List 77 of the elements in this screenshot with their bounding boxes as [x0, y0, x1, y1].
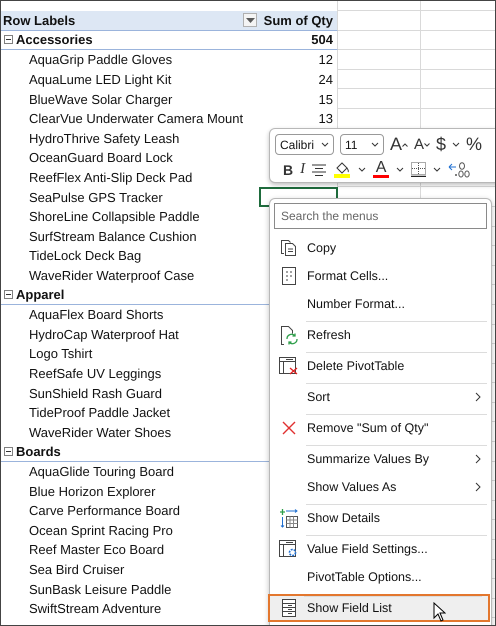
- caret-up-icon: [402, 142, 408, 146]
- caret-icon: [321, 142, 329, 147]
- decrease-font-button[interactable]: A: [414, 136, 430, 153]
- field-list-icon: [282, 599, 296, 617]
- menu-item[interactable]: Format Cells...: [270, 262, 491, 290]
- row-label: Blue Horizon Explorer: [29, 484, 156, 499]
- cursor-icon: [433, 602, 446, 622]
- row-label: AquaGrip Paddle Gloves: [29, 52, 172, 68]
- collapse-toggle[interactable]: [4, 290, 13, 300]
- caret-down-icon: [424, 142, 430, 146]
- row-label: Sea Bird Cruiser: [29, 562, 124, 577]
- caret-icon[interactable]: [433, 167, 442, 172]
- row-label: ShoreLine Collapsible Paddle: [29, 209, 200, 224]
- row-label: Logo Tshirt: [29, 346, 92, 362]
- caret-icon[interactable]: [396, 167, 404, 172]
- group-label: Boards: [16, 444, 61, 459]
- align-center-icon[interactable]: [312, 164, 326, 176]
- group-label: Apparel: [16, 287, 64, 302]
- collapse-toggle[interactable]: [4, 35, 13, 44]
- font-color-button[interactable]: A: [373, 161, 390, 178]
- chevron-right-icon: [475, 392, 481, 402]
- row-label: WaveRider Waterproof Case: [29, 268, 194, 284]
- row-label: HydroCap Waterproof Hat: [29, 326, 179, 342]
- delete-table-icon: [278, 357, 298, 375]
- format-button[interactable]: $: [436, 134, 446, 155]
- row-label: AquaLume LED Light Kit: [29, 72, 172, 88]
- row-label: BlueWave Solar Charger: [29, 92, 172, 107]
- close-icon: [282, 421, 296, 435]
- chevron-right-icon: [475, 482, 481, 492]
- column-header: Row Labels: [3, 12, 76, 28]
- refresh-icon: [280, 326, 298, 344]
- font-size-dropdown[interactable]: 11: [340, 134, 384, 155]
- fill-color-icon[interactable]: [333, 162, 352, 178]
- row-label: ReefSafe UV Leggings: [29, 366, 162, 381]
- menu-item[interactable]: Copy: [270, 234, 491, 262]
- menu-item[interactable]: PivotTable Options...: [270, 563, 491, 591]
- format-button[interactable]: %: [466, 134, 482, 155]
- caret-icon[interactable]: [358, 167, 366, 172]
- row-label: TideProof Paddle Jacket: [29, 405, 170, 420]
- font-dropdown[interactable]: Calibri: [275, 134, 334, 155]
- copy-icon: [280, 239, 298, 257]
- row-label: Reef Master Eco Board: [29, 542, 164, 558]
- filter-dropdown-button[interactable]: [243, 13, 257, 28]
- search-field[interactable]: Search the menus: [274, 203, 487, 229]
- increase-font-button[interactable]: A: [390, 134, 408, 155]
- row-label: AquaGlide Touring Board: [29, 464, 174, 479]
- bold-button[interactable]: B: [283, 162, 294, 178]
- collapse-toggle[interactable]: [4, 446, 13, 456]
- row-label: ReefFlex Anti-Slip Deck Pad: [29, 170, 192, 186]
- menu-item[interactable]: Show Values As: [270, 473, 491, 501]
- caret-icon[interactable]: [452, 142, 460, 147]
- show-details-icon: [280, 508, 298, 528]
- row-label: SunBask Leisure Paddle: [29, 582, 172, 597]
- row-label: HydroThrive Safety Leash: [29, 130, 180, 146]
- row-label: Ocean Sprint Racing Pro: [29, 522, 173, 538]
- row-label: SurfStream Balance Cushion: [29, 228, 197, 244]
- menu-item[interactable]: Number Format...: [270, 290, 491, 318]
- row-label: SunShield Rash Guard: [29, 386, 162, 401]
- format-cells-icon: [282, 267, 296, 285]
- row-label: WaveRider Water Shoes: [29, 424, 172, 440]
- column-header: Sum of Qty: [259, 11, 338, 31]
- field-settings-icon: [278, 540, 298, 558]
- borders-icon[interactable]: [411, 162, 426, 177]
- caret-icon: [246, 18, 254, 23]
- group-label: Accessories: [16, 32, 93, 48]
- row-label: AquaFlex Board Shorts: [29, 307, 164, 322]
- row-label: SwiftStream Adventure: [29, 601, 162, 616]
- chevron-right-icon: [475, 454, 481, 464]
- row-label: OceanGuard Board Lock: [29, 150, 173, 166]
- row-label: ClearVue Underwater Camera Mount: [29, 111, 244, 126]
- row-label: SeaPulse GPS Tracker: [29, 190, 163, 205]
- decimal-icon[interactable]: [448, 162, 470, 178]
- menu-item[interactable]: Show Field List: [268, 594, 490, 622]
- italic-button[interactable]: I: [300, 161, 306, 178]
- row-label: TideLock Deck Bag: [29, 248, 142, 264]
- row-label: Carve Performance Board: [29, 503, 180, 518]
- caret-icon: [371, 142, 379, 147]
